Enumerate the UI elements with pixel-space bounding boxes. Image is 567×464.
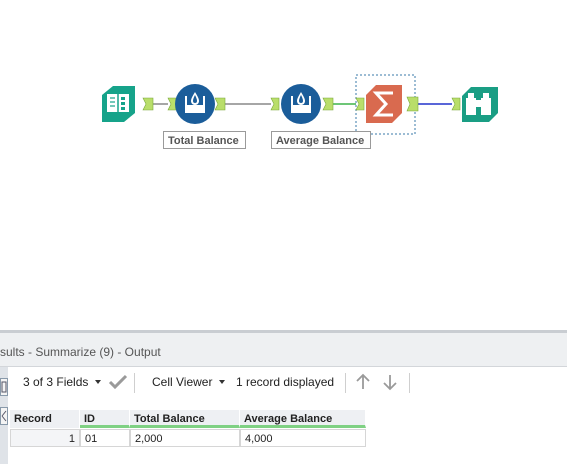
cell-average-balance[interactable]: 4,000 [240,429,366,447]
apply-check-icon[interactable] [108,373,128,394]
column-header-record[interactable]: Record [10,410,80,428]
fields-selector[interactable]: 3 of 3 Fields [23,375,88,389]
cell-viewer-selector[interactable]: Cell Viewer [152,375,212,389]
toolbar-separator [345,373,346,393]
input-anchor-summarize[interactable] [355,97,365,111]
summarize-tool[interactable] [366,85,402,123]
fields-dropdown-caret[interactable] [95,380,101,384]
tool-label-text: Average Balance [276,135,365,147]
column-header-id[interactable]: ID [80,410,130,428]
results-pane: sults - Summarize (9) - Output 3 of 3 Fi… [0,330,567,464]
results-title: sults - Summarize (9) - Output [0,345,161,359]
workflow-canvas[interactable]: Total Balance Average Balance [0,0,567,330]
tool-label-total-balance: Total Balance [163,131,246,149]
results-toolbar: 3 of 3 Fields Cell Viewer 1 record displ… [8,367,567,397]
input-anchor-formula1[interactable] [167,97,177,111]
toolbar-separator [409,373,410,393]
output-anchor-input[interactable] [142,97,154,111]
output-anchor-summarize[interactable] [406,96,419,112]
records-displayed-label: 1 record displayed [236,375,335,389]
results-side-strip [0,367,8,464]
tool-label-text: Total Balance [168,135,239,147]
toolbar-separator [134,373,135,393]
arrow-up-icon[interactable] [354,373,372,394]
cell-id[interactable]: 01 [80,429,130,447]
output-anchor-formula1[interactable] [214,97,226,111]
column-header-average-balance[interactable]: Average Balance [240,410,366,428]
arrow-down-icon[interactable] [381,373,399,394]
formula-tool-total-balance[interactable] [175,84,215,124]
formula-tool-average-balance[interactable] [281,84,321,124]
cell-viewer-dropdown-caret[interactable] [219,380,225,384]
output-anchor-formula2[interactable] [322,97,334,111]
cell-total-balance[interactable]: 2,000 [130,429,240,447]
column-header-total-balance[interactable]: Total Balance [130,410,240,428]
side-tab-table[interactable] [0,378,8,396]
results-header: sults - Summarize (9) - Output [0,333,567,367]
input-anchor-browse[interactable] [451,97,461,111]
input-anchor-formula2[interactable] [270,97,280,111]
cell-record[interactable]: 1 [10,429,80,447]
side-tab-metadata[interactable] [0,407,8,425]
browse-tool[interactable] [462,87,498,122]
input-data-tool[interactable] [102,86,135,122]
tool-label-average-balance: Average Balance [271,131,371,149]
